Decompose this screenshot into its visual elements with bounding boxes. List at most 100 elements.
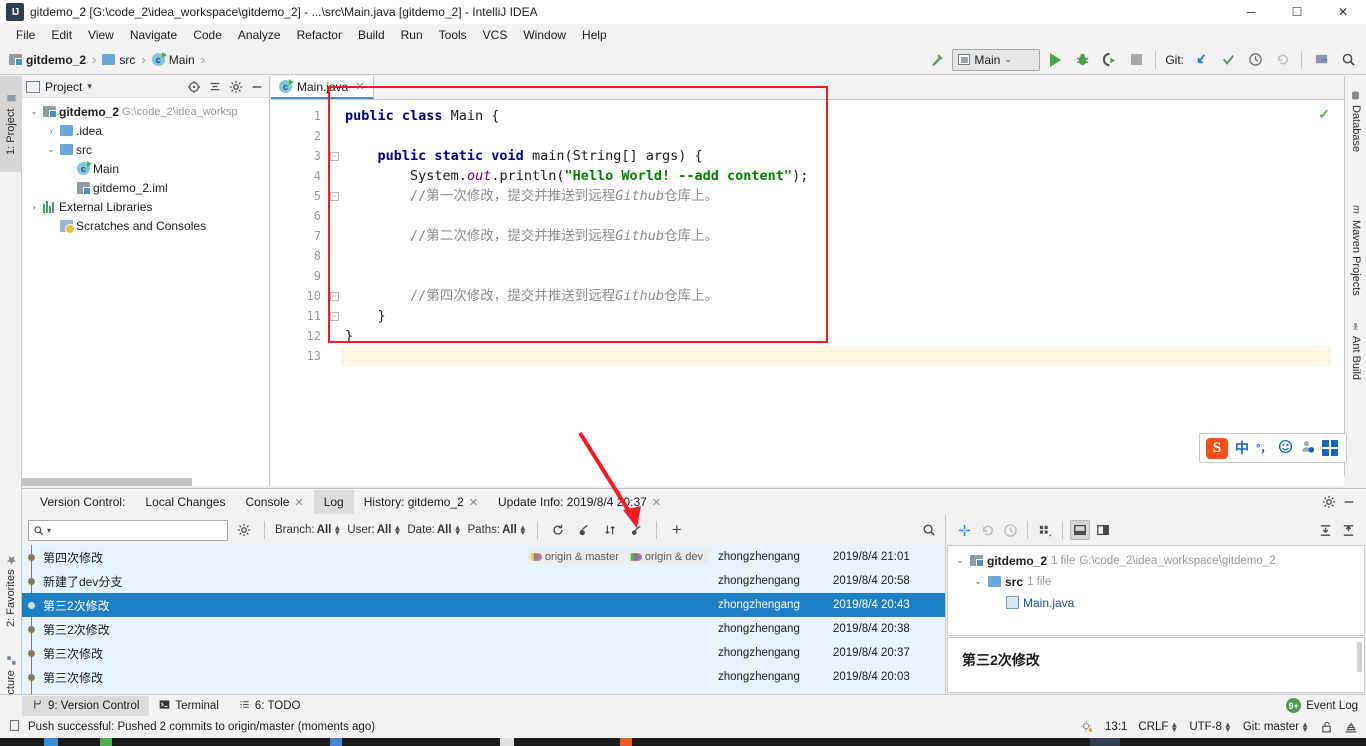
toolbox-grid-icon[interactable] xyxy=(1322,440,1339,456)
changed-file-row[interactable]: ⌄ src 1 file xyxy=(948,571,1364,592)
taskbar-item[interactable] xyxy=(44,738,58,746)
revert-icon[interactable] xyxy=(977,520,997,540)
menu-item-refactor[interactable]: Refactor xyxy=(289,26,350,44)
run-configuration-selector[interactable]: Main ⌄ xyxy=(952,48,1041,71)
editor-tab-main-java[interactable]: c Main.java ✕ xyxy=(271,76,374,99)
code-line[interactable]: //第一次修改，提交并推送到远程Github仓库上。 xyxy=(341,186,1344,206)
toolwindow-tab-terminal[interactable]: Terminal xyxy=(149,696,228,716)
history-icon[interactable] xyxy=(1000,520,1020,540)
vcs-update-icon[interactable] xyxy=(1189,48,1213,72)
run-icon[interactable] xyxy=(1043,48,1067,72)
chevron-down-icon[interactable]: ⌄ xyxy=(45,144,57,155)
menu-item-file[interactable]: File xyxy=(8,26,43,44)
maximize-button[interactable]: ☐ xyxy=(1274,0,1320,24)
debug-icon[interactable] xyxy=(1070,48,1094,72)
vcs-commit-icon[interactable] xyxy=(1216,48,1240,72)
toolwindow-tab-9-version-control[interactable]: 9: Version Control xyxy=(22,695,150,716)
chevron-down-icon[interactable]: ⌄ xyxy=(28,106,40,117)
left-tab-favorites[interactable]: 2: Favorites xyxy=(0,536,22,646)
fold-marker-icon[interactable]: − xyxy=(327,286,341,306)
commit-row[interactable]: 第三2次修改 zhongzhengang 2019/8/4 20:43 xyxy=(22,593,945,617)
cherry-pick-icon[interactable] xyxy=(574,520,594,540)
locate-icon[interactable] xyxy=(186,79,202,95)
sogou-logo-icon[interactable]: S xyxy=(1206,437,1228,459)
run-with-coverage-icon[interactable] xyxy=(1097,48,1121,72)
menu-item-view[interactable]: View xyxy=(80,26,122,44)
breadcrumb-item-gitdemo_2[interactable]: gitdemo_2 xyxy=(6,52,89,68)
fold-marker-icon[interactable]: − xyxy=(327,146,341,166)
expand-all-icon[interactable] xyxy=(1315,520,1335,540)
filter-paths[interactable]: Paths: All ▲ ▼ xyxy=(468,524,527,537)
changed-file-row[interactable]: ⌄ gitdemo_2 1 file G:\code_2\idea_workspace… xyxy=(948,550,1364,571)
collapse-all-icon[interactable] xyxy=(207,79,223,95)
branch-label[interactable]: origin & dev xyxy=(627,550,708,564)
search-everywhere-icon[interactable] xyxy=(1336,48,1360,72)
menu-item-tools[interactable]: Tools xyxy=(431,26,475,44)
user-icon[interactable] xyxy=(1300,439,1315,457)
commit-row[interactable]: 新建了dev分支 zhongzhengang 2019/8/4 20:58 xyxy=(22,569,945,593)
inspection-status-icon[interactable]: ✓ xyxy=(1318,106,1330,123)
code-line[interactable] xyxy=(341,266,1344,286)
search-input[interactable]: ▾ xyxy=(28,519,228,541)
sort-icon[interactable] xyxy=(600,520,620,540)
sogou-ime-toolbar[interactable]: S 中 °， xyxy=(1199,433,1347,463)
close-button[interactable]: ✕ xyxy=(1320,0,1366,24)
branch-label[interactable]: origin & master xyxy=(527,550,624,564)
vcs-tab-update-info-2019-8-4-20-37[interactable]: Update Info: 2019/8/4 20:37 ✕ xyxy=(488,490,671,514)
taskbar-item[interactable] xyxy=(620,738,632,746)
menu-item-code[interactable]: Code xyxy=(185,26,230,44)
tree-node-gitdemo-2-iml[interactable]: gitdemo_2.iml xyxy=(22,178,269,197)
taskbar-item[interactable] xyxy=(1090,738,1120,746)
fold-marker-icon[interactable]: − xyxy=(327,306,341,326)
vcs-history-icon[interactable] xyxy=(1243,48,1267,72)
breadcrumb-item-main[interactable]: c Main xyxy=(149,52,198,68)
ime-punctuation-toggle[interactable]: °， xyxy=(1256,440,1271,456)
refresh-icon[interactable] xyxy=(548,520,568,540)
code-line[interactable] xyxy=(341,206,1344,226)
filter-settings-icon[interactable] xyxy=(234,520,254,540)
code-line[interactable]: //第二次修改，提交并推送到远程Github仓库上。 xyxy=(341,226,1344,246)
preview-right-icon[interactable] xyxy=(1093,520,1113,540)
tree-node-external-libraries[interactable]: › External Libraries xyxy=(22,197,269,216)
collapse-all-icon[interactable] xyxy=(1338,520,1358,540)
chevron-down-icon[interactable]: ⌄ xyxy=(954,555,966,566)
filter-user[interactable]: User: All ▲ ▼ xyxy=(347,524,401,537)
jump-to-source-icon[interactable] xyxy=(954,520,974,540)
line-separator[interactable]: CRLF ▲ ▼ xyxy=(1138,721,1178,734)
menu-item-vcs[interactable]: VCS xyxy=(475,26,516,44)
chevron-right-icon[interactable]: › xyxy=(45,126,57,136)
code-line[interactable]: System.out.println("Hello World! --add c… xyxy=(341,166,1344,186)
tree-node-src[interactable]: ⌄ src xyxy=(22,140,269,159)
taskbar-item[interactable] xyxy=(330,738,342,746)
commit-row[interactable]: 第三次修改 zhongzhengang 2019/8/4 20:03 xyxy=(22,665,945,689)
close-icon[interactable]: ✕ xyxy=(652,496,661,509)
taskbar-item[interactable] xyxy=(500,738,514,746)
code-line[interactable]: public static void main(String[] args) { xyxy=(341,146,1344,166)
preview-bottom-icon[interactable] xyxy=(1070,520,1090,540)
build-hammer-icon[interactable] xyxy=(925,48,949,72)
tree-node--idea[interactable]: › .idea xyxy=(22,121,269,140)
settings-gear-icon[interactable] xyxy=(228,79,244,95)
project-structure-icon[interactable] xyxy=(1309,48,1333,72)
commit-row[interactable]: 第三2次修改 zhongzhengang 2019/8/4 20:38 xyxy=(22,617,945,641)
settings-gear-icon[interactable] xyxy=(1320,493,1338,511)
chevron-down-icon[interactable]: ▾ xyxy=(47,526,51,535)
menu-item-window[interactable]: Window xyxy=(515,26,574,44)
breadcrumb-item-src[interactable]: src xyxy=(99,52,138,68)
event-log-button[interactable]: 9+ Event Log xyxy=(1286,698,1366,713)
code-line[interactable]: public class Main { xyxy=(341,106,1344,126)
commit-row[interactable]: 第三次修改 zhongzhengang 2019/8/4 20:37 xyxy=(22,641,945,665)
left-tab-project[interactable]: 1: Project xyxy=(0,76,22,172)
menu-item-run[interactable]: Run xyxy=(393,26,431,44)
vcs-rollback-icon[interactable] xyxy=(1270,48,1294,72)
ime-language-mode[interactable]: 中 xyxy=(1235,438,1249,458)
caret-position[interactable]: 13:1 xyxy=(1105,721,1127,733)
hide-icon[interactable] xyxy=(1340,493,1358,511)
changed-file-row[interactable]: Main.java xyxy=(948,592,1364,613)
code-line[interactable]: } xyxy=(341,306,1344,326)
find-icon[interactable] xyxy=(919,520,939,540)
filter-date[interactable]: Date: All ▲ ▼ xyxy=(407,524,461,537)
tree-node-gitdemo-2[interactable]: ⌄ gitdemo_2 G:\code_2\idea_worksp xyxy=(22,102,269,121)
collapse-icon[interactable] xyxy=(626,520,646,540)
tree-node-scratches-and-consoles[interactable]: Scratches and Consoles xyxy=(22,216,269,235)
